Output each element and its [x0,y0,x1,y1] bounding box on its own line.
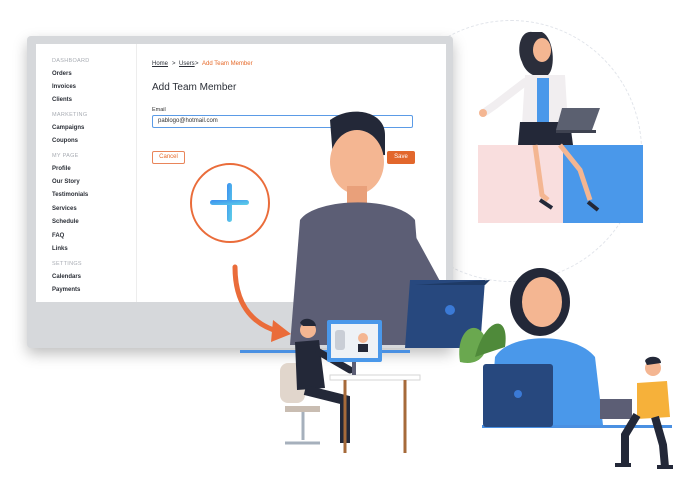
cancel-button[interactable]: Cancel [152,151,185,164]
sidebar-item-faq[interactable]: FAQ [52,233,64,239]
sidebar-item-links[interactable]: Links [52,246,68,252]
breadcrumb-home[interactable]: Home [152,61,168,67]
sidebar-item-testimonials[interactable]: Testimonials [52,192,88,198]
sidebar-item-our-story[interactable]: Our Story [52,179,80,185]
sidebar-item-coupons[interactable]: Coupons [52,138,78,144]
breadcrumb-users[interactable]: Users [179,61,195,67]
plus-icon [190,163,270,243]
sidebar-section-my-page: MY PAGE [52,153,79,159]
breadcrumb-current: Add Team Member [202,61,253,67]
sidebar-section-marketing: MARKETING [52,112,88,118]
sidebar-item-services[interactable]: Services [52,206,77,212]
page-title: Add Team Member [152,82,237,93]
sidebar: DASHBOARD Orders Invoices Clients MARKET… [36,44,137,302]
sidebar-item-schedule[interactable]: Schedule [52,219,79,225]
breadcrumb-separator: > [172,61,176,67]
breadcrumb-separator: > [195,61,199,67]
sidebar-item-campaigns[interactable]: Campaigns [52,125,84,131]
sidebar-section-dashboard: DASHBOARD [52,58,90,64]
sidebar-item-calendars[interactable]: Calendars [52,274,81,280]
seated-man-illustration [600,356,673,469]
man-at-desk-illustration [280,318,421,453]
sidebar-item-profile[interactable]: Profile [52,166,71,172]
sidebar-section-settings: SETTINGS [52,261,82,267]
sidebar-item-payments[interactable]: Payments [52,287,80,293]
sidebar-item-clients[interactable]: Clients [52,97,72,103]
sidebar-item-orders[interactable]: Orders [52,71,72,77]
email-label: Email [152,107,166,113]
sidebar-item-invoices[interactable]: Invoices [52,84,76,90]
